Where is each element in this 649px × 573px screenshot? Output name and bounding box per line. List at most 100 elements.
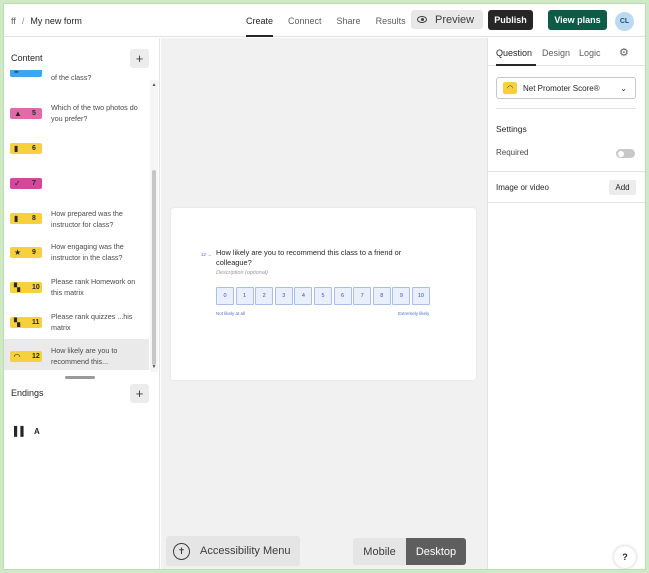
top-bar: ff / My new form Create Connect Share Resu… [4,4,645,37]
scale-option[interactable]: 2 [255,287,274,305]
required-label: Required [496,148,529,157]
panel-tabs: Question Design Logic ⚙ [488,38,645,66]
scroll-up-icon[interactable]: ▲ [150,82,158,88]
resize-handle[interactable] [65,376,95,379]
question-text: Please rank quizzes ...his matrix [51,312,133,332]
scale-high-label[interactable]: Extremely likely [398,311,429,316]
divider [488,202,645,203]
scale-option[interactable]: 0 [216,287,234,305]
publish-button[interactable]: Publish [488,10,533,30]
list-item-selected[interactable]: ◠ 12 How likely are you to recommend this… [4,339,149,370]
scale-option[interactable]: 10 [411,287,430,305]
matrix-icon: ▚ [14,318,21,327]
device-toggle: Mobile Desktop [353,538,466,565]
checkmark-icon: ✓ [14,179,21,188]
tab-design[interactable]: Design [542,48,570,58]
view-plans-button[interactable]: View plans [548,10,607,30]
matrix-icon: ▚ [14,283,21,292]
description-field[interactable]: Description (optional) [216,270,268,276]
scroll-thumb[interactable] [152,170,156,365]
picture-choice-icon: ▲ [14,109,22,118]
scale-option[interactable]: 5 [313,287,332,305]
gauge-icon: ◠ [14,352,21,361]
content-heading: Content [11,53,43,63]
divider [488,171,645,172]
question-text: Which of the two photos do you prefer? [51,103,138,123]
question-title[interactable]: How likely are you to recommend this cla… [216,248,416,267]
required-toggle[interactable] [616,149,635,158]
endings-heading: Endings [11,388,44,398]
tab-question[interactable]: Question [496,48,532,58]
add-media-button[interactable]: Add [609,180,636,195]
add-ending-button[interactable]: + [130,384,149,403]
question-card[interactable]: 12 → How likely are you to recommend thi… [171,208,476,380]
desktop-view-button[interactable]: Desktop [406,538,466,565]
question-text: How prepared was the instructor for clas… [51,209,123,229]
tab-connect[interactable]: Connect [288,4,322,37]
form-canvas: 12 → How likely are you to recommend thi… [161,38,487,569]
list-item[interactable]: ▮ 6 [4,132,149,166]
scale-option[interactable]: 7 [353,287,372,305]
help-button[interactable]: ? [614,546,636,568]
tab-share[interactable]: Share [337,4,361,37]
breadcrumb-workspace[interactable]: ff [11,16,16,26]
list-scrollbar[interactable]: ▲ ▼ [150,80,158,372]
avatar[interactable]: CL [615,12,634,31]
question-type-select[interactable]: ◠ Net Promoter Score® ⌄ [496,77,636,99]
preview-label: Preview [435,13,475,26]
question-badge: ◠ 12 [10,351,42,362]
tab-results[interactable]: Results [376,4,406,37]
mobile-view-button[interactable]: Mobile [353,538,406,565]
question-number: 12 → [201,252,212,257]
rating-bars-icon: ▮ [14,144,19,153]
question-badge: ★ 9 [10,247,42,258]
app-window: ff / My new form Create Connect Share Resu… [3,3,646,570]
list-item[interactable]: ▚ 11 Please rank quizzes ...his matrix [4,305,149,339]
list-item[interactable]: ▚ 10 Please rank Homework on this matrix [4,270,149,304]
question-text: How likely are you to recommend this... [51,346,118,366]
question-text: of the class? [51,73,92,82]
list-item[interactable]: ▮ 8 How prepared was the instructor for c… [4,201,149,235]
question-badge: ≡ [10,70,42,77]
gear-icon[interactable]: ⚙ [619,46,629,59]
question-list[interactable]: ≡ of the class? ▲ 5 Which of the two phot… [4,70,160,370]
ending-icon[interactable]: ▌▌ [14,426,27,436]
preview-button[interactable]: Preview [411,10,483,29]
scale-low-label[interactable]: Not likely at all [216,311,245,316]
tab-create[interactable]: Create [246,4,274,37]
question-text: Please rank Homework on this matrix [51,277,136,297]
scale-option[interactable]: 9 [392,287,411,305]
scale-option[interactable]: 8 [372,287,391,305]
scroll-down-icon[interactable]: ▼ [150,364,158,370]
scale-option[interactable]: 6 [333,287,352,305]
nps-scale: 0 1 2 3 4 5 6 7 8 9 10 [216,287,432,305]
question-badge: ✓ 7 [10,178,42,189]
question-type-label: Net Promoter Score® [523,83,600,93]
divider [496,108,636,109]
question-badge: ▚ 11 [10,317,42,328]
star-icon: ★ [14,248,22,257]
list-item[interactable]: ≡ of the class? [4,70,149,98]
list-item[interactable]: ★ 9 How engaging was the instructor in th… [4,235,149,269]
active-tab-indicator [496,64,536,66]
scale-option[interactable]: 1 [235,287,254,305]
accessibility-icon: ✝ [173,542,190,560]
ending-item-label[interactable]: A [34,427,40,436]
list-item[interactable]: ✓ 7 [4,167,149,201]
accessibility-label: Accessibility Menu [200,545,291,557]
question-badge: ▮ 6 [10,143,42,154]
breadcrumb-form-name[interactable]: My new form [30,16,82,26]
grid-icon: ≡ [14,70,19,76]
add-content-button[interactable]: + [130,49,149,68]
scale-option[interactable]: 4 [294,287,313,305]
list-item[interactable]: ▲ 5 Which of the two photos do you prefer… [4,98,149,132]
question-badge: ▲ 5 [10,108,42,119]
scale-option[interactable]: 3 [274,287,293,305]
settings-panel: Question Design Logic ⚙ ◠ Net Promoter S… [487,38,645,569]
content-sidebar: Content + ≡ of the class? ▲ 5 Which of th… [4,38,160,569]
question-text: How engaging was the instructor in the c… [51,242,124,262]
tab-logic[interactable]: Logic [579,48,601,58]
rating-bars-icon: ▮ [14,214,19,223]
accessibility-menu-button[interactable]: ✝ Accessibility Menu [166,536,300,566]
image-video-label: Image or video [496,183,549,192]
